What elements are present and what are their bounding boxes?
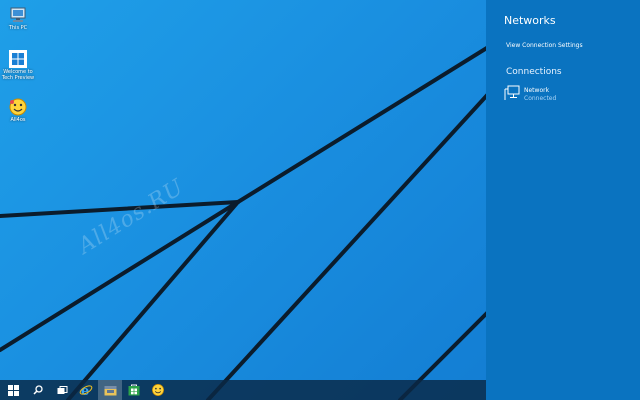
network-status: Connected bbox=[524, 95, 557, 102]
file-explorer-icon bbox=[104, 385, 116, 395]
flyout-title: Networks bbox=[504, 14, 556, 27]
internet-explorer-icon: e bbox=[79, 384, 93, 397]
windows-logo-icon bbox=[9, 50, 27, 68]
file-explorer-button[interactable] bbox=[98, 380, 122, 400]
desktop-icon-all4os[interactable]: All4os bbox=[0, 98, 36, 123]
desktop-icon-label: Welcome to Tech Preview bbox=[1, 69, 35, 81]
smiley-face-icon bbox=[152, 384, 164, 396]
connections-heading: Connections bbox=[506, 67, 562, 77]
task-view-button[interactable] bbox=[50, 380, 74, 400]
store-icon bbox=[128, 384, 140, 396]
desktop-icon-label: All4os bbox=[10, 117, 26, 123]
taskbar: e bbox=[0, 380, 486, 400]
view-connection-settings-link[interactable]: View Connection Settings bbox=[506, 42, 583, 49]
search-button[interactable] bbox=[26, 380, 50, 400]
store-button[interactable] bbox=[122, 380, 146, 400]
windows-start-icon bbox=[7, 384, 19, 396]
task-view-icon bbox=[57, 385, 67, 394]
wired-network-icon bbox=[504, 85, 520, 100]
computer-icon bbox=[10, 7, 26, 22]
desktop-icon-label: This PC bbox=[8, 25, 28, 31]
search-icon bbox=[33, 385, 43, 395]
desktop-icon-this-pc[interactable]: This PC bbox=[0, 6, 36, 31]
networks-flyout: Networks View Connection Settings Connec… bbox=[486, 0, 640, 400]
desktop-icon-welcome[interactable]: Welcome to Tech Preview bbox=[0, 50, 36, 81]
internet-explorer-button[interactable]: e bbox=[74, 380, 98, 400]
start-button[interactable] bbox=[0, 380, 26, 400]
network-text: Network Connected bbox=[524, 85, 556, 107]
smiley-face-icon bbox=[9, 98, 27, 116]
network-name: Network bbox=[524, 87, 550, 94]
network-connection-item[interactable]: Network Connected bbox=[504, 85, 624, 107]
all4os-taskbar-button[interactable] bbox=[146, 380, 170, 400]
